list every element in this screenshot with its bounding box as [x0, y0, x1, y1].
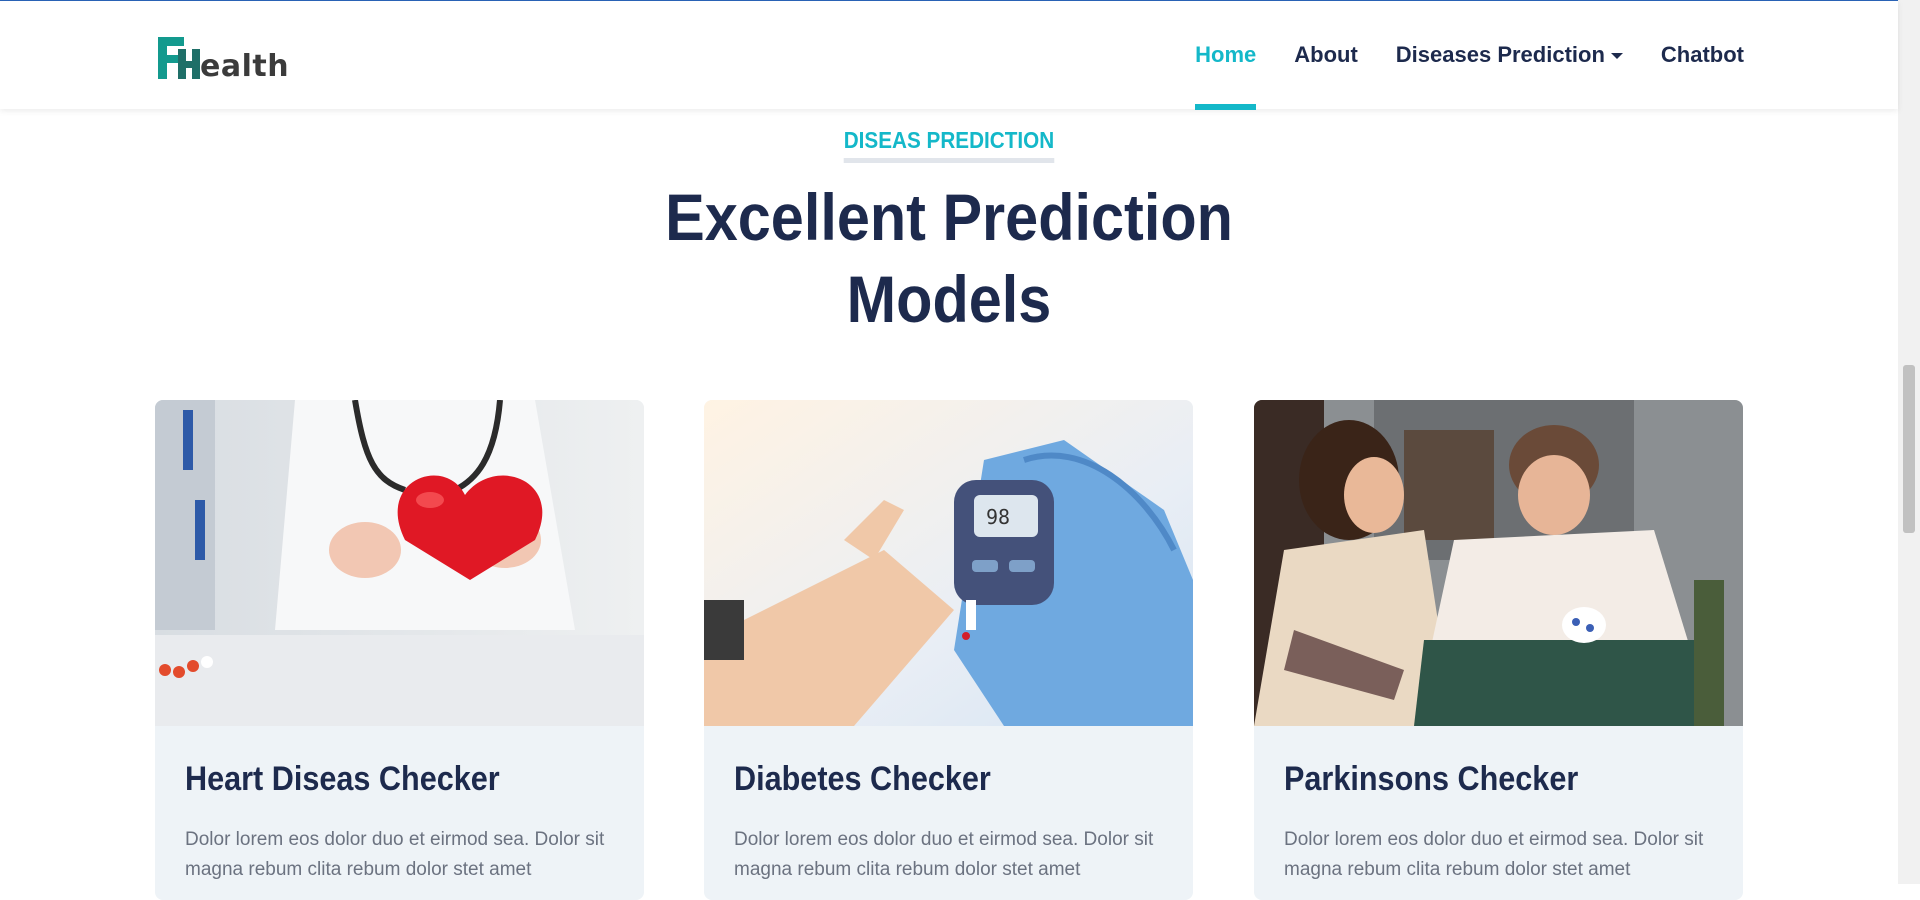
- card-heart[interactable]: Heart Diseas Checker Dolor lorem eos dol…: [155, 400, 644, 900]
- navbar: ealth Home About Diseases Prediction Cha…: [0, 1, 1898, 110]
- card-diabetes[interactable]: 98 Diabetes Checker Dolor lorem eos dolo…: [704, 400, 1193, 900]
- card-description: Dolor lorem eos dolor duo et eirmod sea.…: [1284, 829, 1704, 880]
- section-kicker-text: DISEAS PREDICTION: [843, 127, 1055, 163]
- section-title: Excellent Prediction Models: [95, 176, 1803, 340]
- page-scrollbar[interactable]: [1898, 0, 1920, 884]
- diabetes-image: 98: [704, 400, 1193, 726]
- card-title: Heart Diseas Checker: [185, 760, 500, 798]
- card-description: Dolor lorem eos dolor duo et eirmod sea.…: [734, 829, 1154, 880]
- heart-image: [155, 400, 644, 726]
- card-body: Heart Diseas Checker Dolor lorem eos dol…: [155, 726, 644, 900]
- card-title: Diabetes Checker: [734, 760, 991, 798]
- svg-text:98: 98: [986, 505, 1010, 529]
- section-title-text: Excellent Prediction Models: [665, 180, 1233, 336]
- scrollbar-thumb[interactable]: [1903, 365, 1915, 533]
- nav-diseases-prediction[interactable]: Diseases Prediction: [1396, 1, 1623, 109]
- card-body: Diabetes Checker Dolor lorem eos dolor d…: [704, 726, 1193, 900]
- card-body: Parkinsons Checker Dolor lorem eos dolor…: [1254, 726, 1743, 900]
- logo-text: ealth: [200, 49, 290, 84]
- parkinsons-image: [1254, 400, 1743, 726]
- caret-down-icon: [1610, 53, 1623, 59]
- card-description: Dolor lorem eos dolor duo et eirmod sea.…: [185, 829, 605, 880]
- main-nav: Home About Diseases Prediction Chatbot: [1195, 1, 1744, 110]
- nav-home-label: Home: [1195, 42, 1257, 67]
- nav-chatbot-label: Chatbot: [1660, 42, 1744, 67]
- nav-about-label: About: [1294, 42, 1358, 67]
- section-kicker: DISEAS PREDICTION: [0, 127, 1898, 163]
- brand-logo[interactable]: ealth: [156, 35, 290, 85]
- nav-about[interactable]: About: [1294, 1, 1358, 109]
- nav-diseases-prediction-label: Diseases Prediction: [1395, 42, 1605, 67]
- card-parkinsons[interactable]: Parkinsons Checker Dolor lorem eos dolor…: [1254, 400, 1743, 900]
- nav-chatbot[interactable]: Chatbot: [1661, 1, 1744, 109]
- card-title: Parkinsons Checker: [1284, 760, 1579, 798]
- logo-mark-icon: [158, 37, 200, 79]
- nav-home[interactable]: Home: [1195, 1, 1257, 110]
